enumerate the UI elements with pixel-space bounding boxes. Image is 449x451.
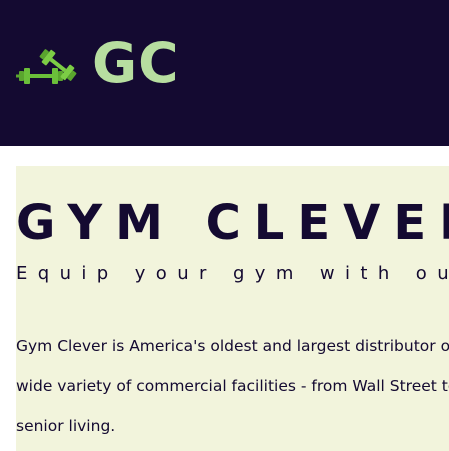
hero-title: GYM CLEVER [16, 195, 449, 251]
dumbbells-icon[interactable] [16, 47, 78, 85]
hero-description-line: senior living. [16, 417, 116, 435]
hero-description-line: wide variety of commercial facilities - … [16, 377, 449, 395]
hero-tagline: Equip your gym with our w [16, 263, 449, 284]
hero-description: Gym Clever is America's oldest and large… [16, 326, 449, 446]
hero-description-line: Gym Clever is America's oldest and large… [16, 337, 449, 355]
hero-section: GYM CLEVER Equip your gym with our w Gym… [16, 166, 449, 451]
logo-text[interactable]: GC [92, 31, 180, 95]
site-header: GC [0, 0, 449, 146]
